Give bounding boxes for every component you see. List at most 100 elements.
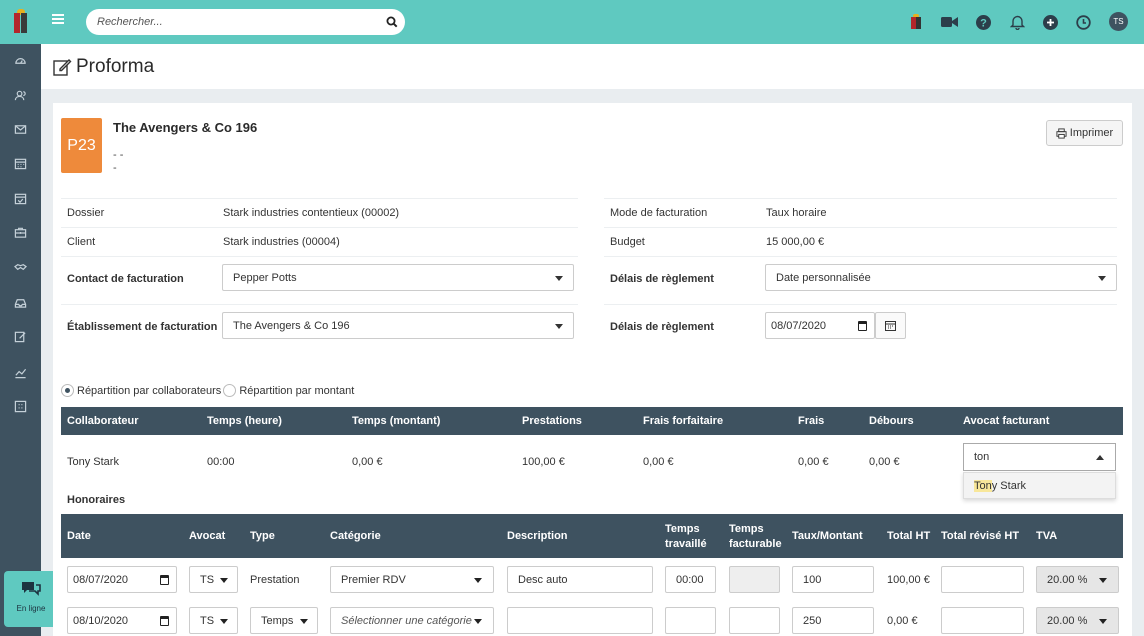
page-header: Proforma — [41, 44, 1144, 89]
col-header: Frais — [798, 415, 825, 427]
collab-name: Tony Stark — [67, 456, 119, 468]
calendar-icon[interactable] — [12, 155, 29, 172]
printer-icon — [1056, 127, 1067, 139]
client-subtitle: - - — [113, 149, 124, 161]
dashboard-icon[interactable] — [12, 52, 29, 69]
col-header: Débours — [869, 415, 914, 427]
tva-select[interactable]: 20.00 % — [1036, 566, 1119, 593]
calendar-check-icon[interactable] — [12, 190, 29, 207]
bell-icon[interactable] — [1008, 13, 1026, 31]
briefcase-icon[interactable] — [12, 224, 29, 241]
delais-date-value: 08/07/2020 — [771, 319, 827, 332]
avocat-select[interactable]: TS — [189, 607, 238, 634]
client-label: Client — [67, 236, 96, 248]
search-input[interactable] — [86, 9, 366, 35]
help-icon[interactable]: ? — [974, 13, 992, 31]
temps-travaille-input[interactable] — [665, 607, 716, 634]
temps-value: 00:00 — [676, 573, 704, 586]
chart-icon[interactable] — [12, 364, 29, 381]
search-box — [86, 9, 405, 35]
chevron-down-icon — [1099, 619, 1107, 624]
edit-icon[interactable] — [12, 328, 29, 345]
chevron-down-icon — [474, 578, 482, 583]
video-icon[interactable] — [940, 13, 958, 31]
etablissement-label: Établissement de facturation — [67, 321, 218, 333]
avocat-option[interactable]: Ton y Stark — [963, 472, 1116, 499]
edit-icon — [53, 59, 72, 76]
chevron-up-icon — [1096, 455, 1104, 460]
categorie-select[interactable]: Premier RDV — [330, 566, 494, 593]
total-revise-input[interactable] — [941, 607, 1024, 634]
delais-select[interactable]: Date personnalisée — [765, 264, 1117, 291]
repartition-montant-radio[interactable] — [223, 384, 237, 397]
sidebar — [0, 0, 41, 636]
taux-input[interactable]: 100 — [792, 566, 874, 593]
chevron-down-icon — [220, 619, 228, 624]
repartition-collab-radio[interactable] — [61, 384, 74, 397]
delais-date-label: Délais de règlement — [610, 321, 714, 333]
date-value: 08/10/2020 — [73, 614, 129, 627]
type-value: Temps — [261, 614, 294, 627]
total-ht: 0,00 € — [887, 615, 918, 627]
avocat-select[interactable]: TS — [189, 566, 238, 593]
tva-select[interactable]: 20.00 % — [1036, 607, 1119, 634]
col-header: Collaborateur — [67, 415, 139, 427]
etablissement-select[interactable]: The Avengers & Co 196 — [222, 312, 574, 339]
type-select[interactable]: Temps — [250, 607, 318, 634]
collab-table-header: Collaborateur Temps (heure) Temps (monta… — [61, 407, 1123, 435]
mode-label: Mode de facturation — [610, 207, 708, 219]
description-input[interactable]: Desc auto — [507, 566, 653, 593]
calendar-icon — [160, 616, 169, 626]
col-header: Temps — [665, 523, 700, 535]
col-header: Avocat — [189, 530, 226, 542]
col-header: facturable — [729, 538, 782, 550]
description-input[interactable] — [507, 607, 653, 634]
calendar-icon — [858, 321, 867, 331]
col-header: Total révisé HT — [941, 530, 1020, 542]
budget-value: 15 000,00 € — [766, 236, 825, 248]
print-button[interactable]: Imprimer — [1046, 120, 1123, 146]
frais-forfaitaire: 0,00 € — [643, 456, 674, 468]
date-picker-button[interactable] — [875, 312, 906, 339]
categorie-value: Premier RDV — [341, 573, 406, 586]
avocat-facturant-input[interactable]: ton — [974, 451, 989, 463]
user-avatar[interactable]: TS — [1109, 12, 1128, 31]
dossier-label: Dossier — [67, 207, 105, 219]
col-header: Temps (heure) — [207, 415, 282, 427]
honoraires-title: Honoraires — [67, 494, 126, 506]
online-chat-button[interactable]: En ligne — [4, 571, 58, 627]
temps-facturable-input[interactable] — [729, 607, 780, 634]
logo-icon[interactable] — [907, 13, 925, 31]
description-value: Desc auto — [518, 573, 568, 586]
date-input[interactable]: 08/10/2020 — [67, 607, 177, 634]
temps-montant: 0,00 € — [352, 456, 383, 468]
proforma-panel: P23 The Avengers & Co 196 - - - Imprimer… — [53, 103, 1132, 636]
handshake-icon[interactable] — [12, 259, 29, 276]
client-name: The Avengers & Co 196 — [113, 120, 258, 135]
search-icon[interactable] — [386, 16, 398, 28]
avocat-value: TS — [200, 614, 215, 627]
honoraires-table-header: Date Avocat Type Catégorie Description T… — [61, 514, 1123, 558]
contacts-icon[interactable] — [12, 87, 29, 104]
col-header: Temps (montant) — [352, 415, 441, 427]
plus-icon[interactable] — [1041, 13, 1059, 31]
taux-input[interactable]: 250 — [792, 607, 874, 634]
tray-icon[interactable] — [12, 294, 29, 311]
categorie-select[interactable]: Sélectionner une catégorie — [330, 607, 494, 634]
avocat-facturant-combobox[interactable]: ton — [963, 443, 1116, 471]
prestations: 100,00 € — [522, 456, 565, 468]
menu-toggle-icon[interactable] — [52, 14, 64, 26]
dossier-value: Stark industries contentieux (00002) — [223, 207, 400, 219]
total-revise-input[interactable] — [941, 566, 1024, 593]
temps-travaille-input[interactable]: 00:00 — [665, 566, 716, 593]
grid-icon[interactable] — [12, 398, 29, 415]
col-header: Frais forfaitaire — [643, 415, 724, 427]
contact-select[interactable]: Pepper Potts — [222, 264, 574, 291]
chevron-down-icon — [474, 619, 482, 624]
app-logo[interactable] — [0, 0, 41, 44]
date-input[interactable]: 08/07/2020 — [67, 566, 177, 593]
clock-icon[interactable] — [1074, 13, 1092, 31]
delais-date-input[interactable]: 08/07/2020 — [765, 312, 875, 339]
delais-value: Date personnalisée — [776, 271, 871, 284]
mail-icon[interactable] — [12, 121, 29, 138]
